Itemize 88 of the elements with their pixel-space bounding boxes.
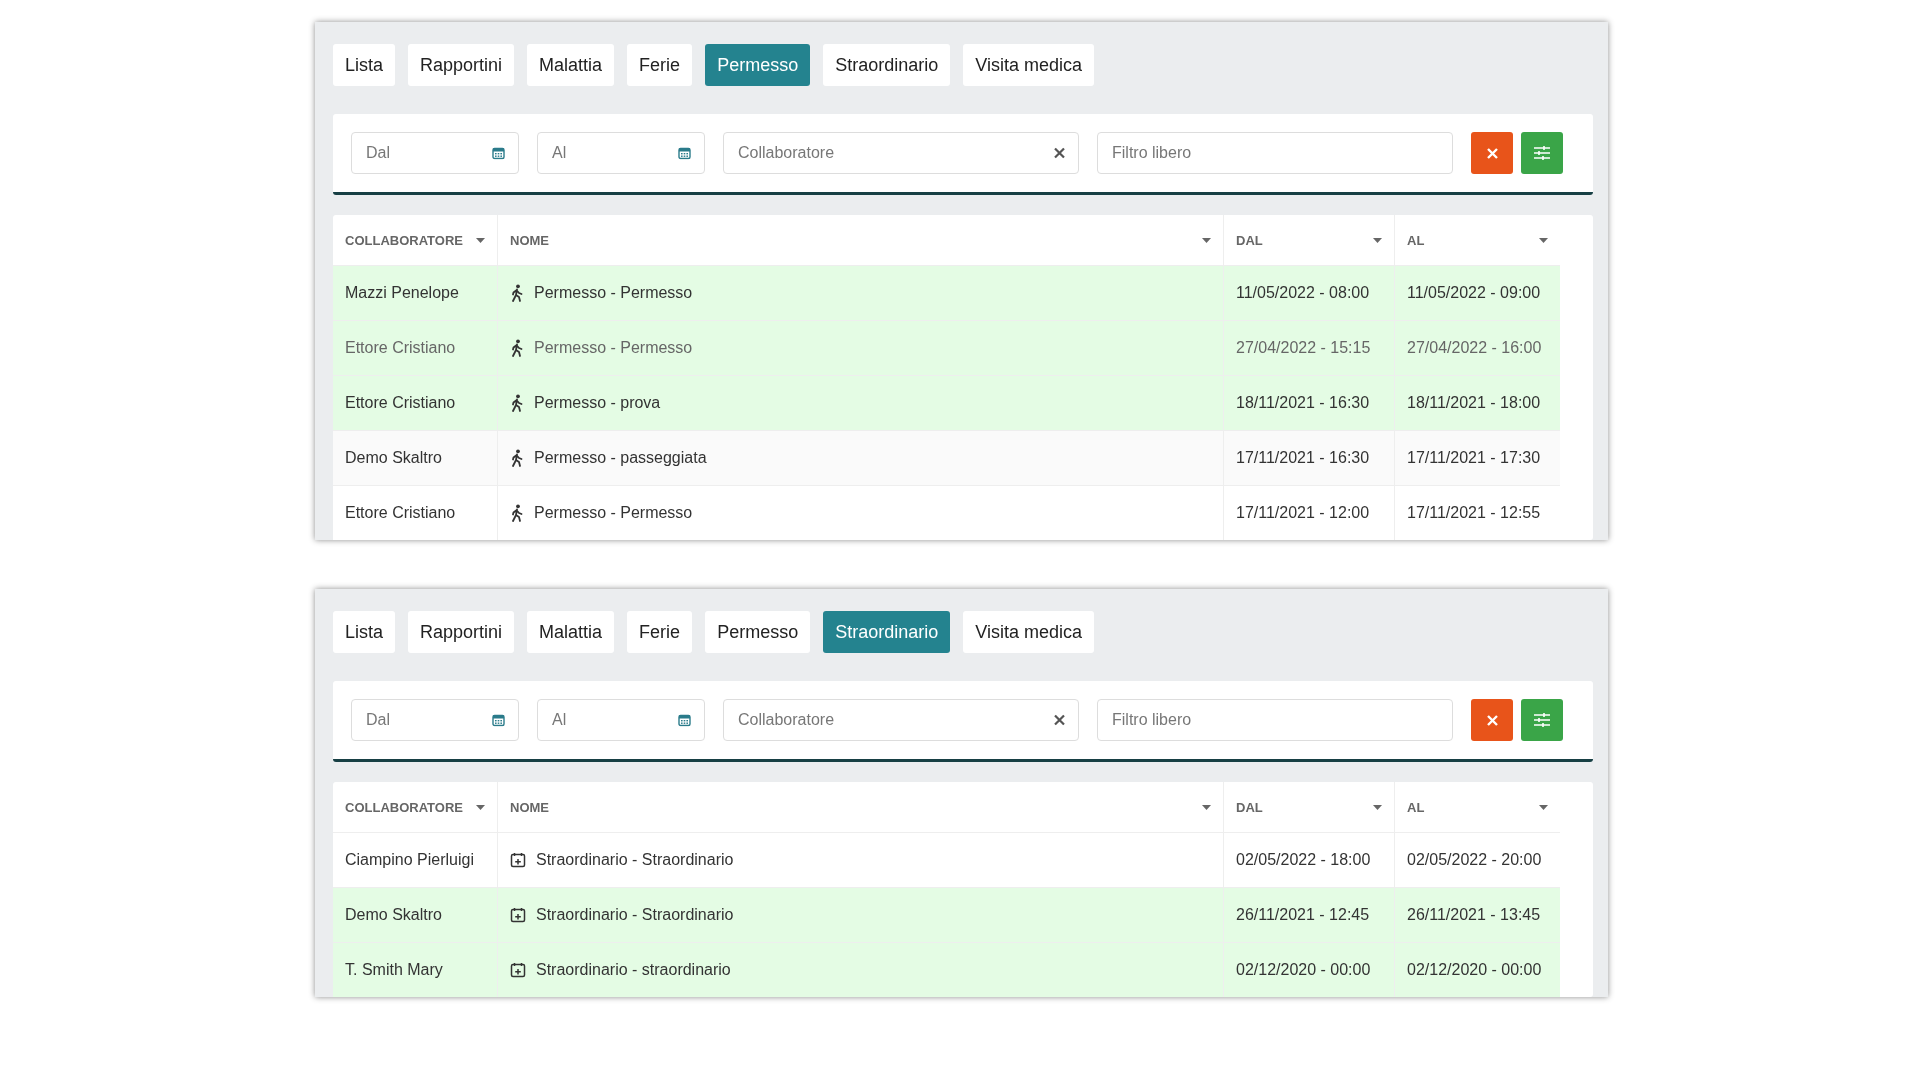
- date-field[interactable]: Dal: [351, 132, 519, 174]
- table-cell-text: 11/05/2022 - 09:00: [1406, 283, 1542, 303]
- walking-person-icon: [510, 394, 524, 412]
- tab[interactable]: Straordinario: [823, 44, 951, 86]
- tab[interactable]: Lista: [333, 44, 396, 86]
- calendar-icon[interactable]: [678, 146, 691, 160]
- search-field[interactable]: Filtro libero: [1097, 699, 1453, 741]
- table-cell-text: 02/05/2022 - 20:00: [1406, 850, 1543, 870]
- table-cell: 17/11/2021 - 12:00: [1224, 486, 1395, 540]
- table-cell: T. Smith Mary: [333, 943, 498, 997]
- table-cell: Straordinario - Straordinario: [536, 851, 734, 869]
- sliders-icon: [1534, 146, 1550, 160]
- calendar-plus-icon: [510, 962, 526, 978]
- sort-caret-icon[interactable]: [476, 237, 485, 243]
- table-cell: 02/12/2020 - 00:00: [1224, 943, 1395, 997]
- table-cell: Permesso - prova: [534, 394, 661, 412]
- sort-caret-icon[interactable]: [1539, 237, 1548, 243]
- table-row[interactable]: Mazzi Penelope Permesso - Permesso 11/05/2022 - 08:00 11/05/2022 - 09:00: [333, 265, 1560, 320]
- tab[interactable]: Rapportini: [408, 611, 515, 653]
- sort-caret-icon[interactable]: [1202, 804, 1211, 810]
- date-field[interactable]: Al: [537, 132, 705, 174]
- table-cell: Permesso - Permesso: [534, 504, 693, 522]
- tab[interactable]: Lista: [333, 611, 396, 653]
- table-cell: Permesso - passeggiata: [534, 449, 707, 467]
- table-row[interactable]: T. Smith Mary Straordinario - straordinario 02/12/2020 - 00:00 02/12/2020 - 00:00: [333, 942, 1560, 997]
- column-title: AL: [1407, 232, 1425, 248]
- walking-person-icon: [510, 449, 524, 467]
- tab[interactable]: Permesso: [705, 44, 811, 86]
- search-field[interactable]: Filtro libero: [1097, 132, 1453, 174]
- tab[interactable]: Ferie: [627, 611, 693, 653]
- date-field[interactable]: Al: [537, 699, 705, 741]
- table-cell: Straordinario - Straordinario: [536, 906, 734, 924]
- calendar-plus-icon: [510, 852, 526, 868]
- clear-icon[interactable]: [1054, 147, 1065, 159]
- collaborator-field[interactable]: Collaboratore: [723, 132, 1079, 174]
- reset-button[interactable]: [1471, 699, 1513, 741]
- table-cell-text: 26/11/2021 - 13:45: [1406, 905, 1542, 925]
- walking-person-icon: [510, 284, 524, 302]
- calendar-icon[interactable]: [678, 713, 691, 727]
- tab[interactable]: Straordinario: [823, 611, 951, 653]
- tab[interactable]: Malattia: [527, 44, 615, 86]
- sort-caret-icon[interactable]: [1373, 804, 1382, 810]
- column-title: COLLABORATORE: [345, 799, 463, 815]
- table-row[interactable]: Ettore Cristiano Permesso - prova 18/11/2021 - 16:30 18/11/2021 - 18:00: [333, 375, 1560, 430]
- column-title: DAL: [1236, 799, 1263, 815]
- column-title: AL: [1407, 799, 1425, 815]
- table-cell-text: 18/11/2021 - 18:00: [1406, 393, 1542, 413]
- column-title: DAL: [1236, 232, 1263, 248]
- column-header[interactable]: AL: [1395, 782, 1560, 832]
- calendar-icon[interactable]: [492, 146, 505, 160]
- table-cell: Permesso - Permesso: [534, 284, 693, 302]
- table-cell-text: 17/11/2021 - 17:30: [1406, 448, 1542, 468]
- tab[interactable]: Ferie: [627, 44, 693, 86]
- table-cell: Straordinario - straordinario: [536, 961, 731, 979]
- sort-caret-icon[interactable]: [1373, 237, 1382, 243]
- calendar-icon[interactable]: [492, 713, 505, 727]
- date-field[interactable]: Dal: [351, 699, 519, 741]
- table-row[interactable]: Ciampino Pierluigi Straordinario - Straordinario 02/05/2022 - 18:00 02/05/2022 - 20:00: [333, 832, 1560, 887]
- tab[interactable]: Visita medica: [963, 44, 1094, 86]
- clear-icon[interactable]: [1054, 714, 1065, 726]
- sort-caret-icon[interactable]: [1202, 237, 1211, 243]
- close-icon: [1486, 147, 1498, 159]
- reset-button[interactable]: [1471, 132, 1513, 174]
- walking-person-icon: [510, 339, 524, 357]
- table-cell-text: 17/11/2021 - 12:55: [1406, 503, 1542, 523]
- tab[interactable]: Malattia: [527, 611, 615, 653]
- column-title: NOME: [510, 799, 549, 815]
- walking-person-icon: [510, 504, 524, 522]
- close-icon: [1486, 714, 1498, 726]
- table-row[interactable]: Demo Skaltro Permesso - passeggiata 17/11/2021 - 16:30 17/11/2021 - 17:30: [333, 430, 1560, 485]
- sliders-icon: [1534, 713, 1550, 727]
- sort-caret-icon[interactable]: [476, 804, 485, 810]
- tab[interactable]: Visita medica: [963, 611, 1094, 653]
- table-row[interactable]: Ettore Cristiano Permesso - Permesso 17/11/2021 - 12:00 17/11/2021 - 12:55: [333, 485, 1560, 540]
- calendar-plus-icon: [510, 907, 526, 923]
- table-cell-text: 02/12/2020 - 00:00: [1406, 960, 1543, 980]
- table-cell-text: 27/04/2022 - 16:00: [1406, 338, 1543, 358]
- table-cell: Permesso - Permesso: [534, 339, 693, 357]
- column-header[interactable]: AL: [1395, 215, 1560, 265]
- tab[interactable]: Permesso: [705, 611, 811, 653]
- table-row[interactable]: Demo Skaltro Straordinario - Straordinario 26/11/2021 - 12:45 26/11/2021 - 13:45: [333, 887, 1560, 942]
- table-row[interactable]: Ettore Cristiano Permesso - Permesso 27/04/2022 - 15:15 27/04/2022 - 16:00: [333, 320, 1560, 375]
- column-title: NOME: [510, 232, 549, 248]
- collaborator-field[interactable]: Collaboratore: [723, 699, 1079, 741]
- tab[interactable]: Rapportini: [408, 44, 515, 86]
- column-title: COLLABORATORE: [345, 232, 463, 248]
- sort-caret-icon[interactable]: [1539, 804, 1548, 810]
- table-cell: Ettore Cristiano: [333, 486, 498, 540]
